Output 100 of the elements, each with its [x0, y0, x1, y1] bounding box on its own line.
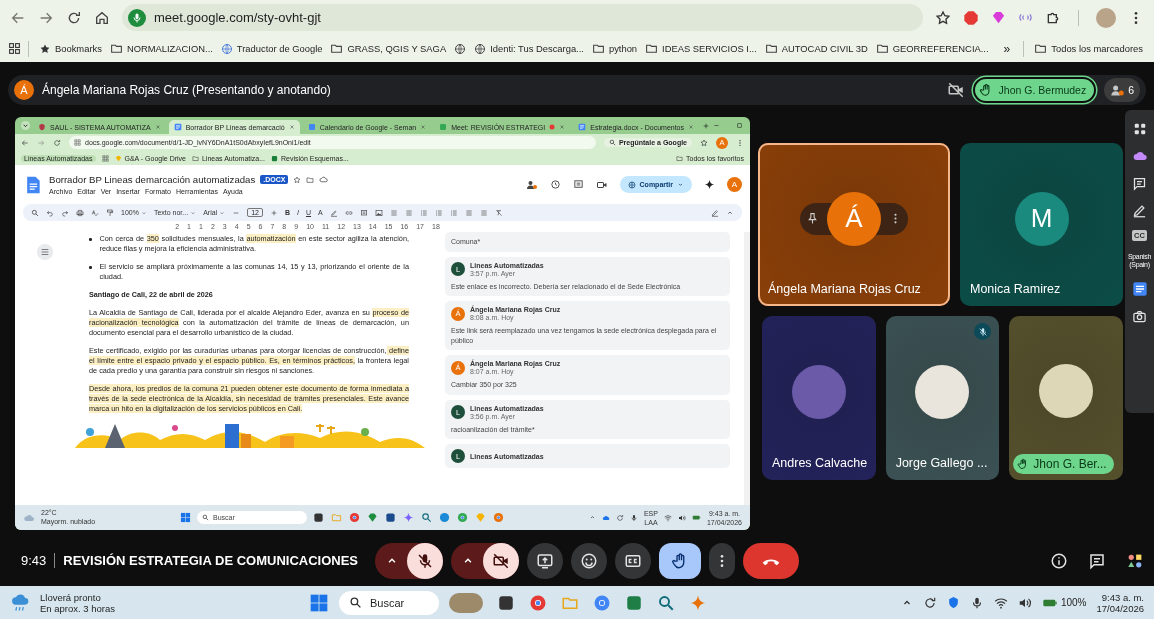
- camera-button[interactable]: [483, 542, 519, 579]
- move-icon[interactable]: [306, 175, 315, 184]
- docs-icon[interactable]: [1131, 281, 1148, 297]
- edge-icon[interactable]: [439, 512, 450, 523]
- participant-tile[interactable]: Jorge Gallego ...: [885, 316, 1000, 480]
- clock-text[interactable]: 9:43 a. m.: [1101, 591, 1144, 603]
- raise-hand-button[interactable]: [659, 542, 701, 579]
- emoji-button[interactable]: [571, 542, 607, 579]
- people-icon[interactable]: [525, 178, 538, 191]
- new-tab-icon[interactable]: [702, 121, 710, 130]
- stop-presenting-icon[interactable]: [946, 81, 965, 99]
- participant-tile[interactable]: Á Ángela Mariana Rojas Cruz: [758, 143, 950, 306]
- bookmark-item[interactable]: IDEAS SERVICIOS I...: [642, 40, 760, 57]
- bookmark-item[interactable]: GEORREFERENCIA...: [872, 40, 992, 57]
- diamond-icon[interactable]: [991, 10, 1006, 25]
- volume-icon[interactable]: [677, 513, 686, 522]
- maps-icon[interactable]: [421, 512, 432, 523]
- chrome-icon[interactable]: [349, 512, 360, 523]
- leave-call-button[interactable]: [743, 542, 799, 579]
- file-icon[interactable]: [496, 593, 515, 612]
- file-icon[interactable]: [313, 512, 324, 523]
- undo-icon[interactable]: [46, 208, 54, 217]
- weather-icon[interactable]: [10, 592, 30, 613]
- battery-indicator[interactable]: 100%: [1041, 594, 1087, 611]
- chat-sparkle-icon[interactable]: [1132, 176, 1147, 191]
- address-bar[interactable]: meet.google.com/sty-ovht-gjt: [122, 4, 923, 31]
- close-icon[interactable]: [420, 124, 427, 130]
- microphone-icon[interactable]: [629, 513, 638, 522]
- raised-hand-chip[interactable]: Jhon G. Bermudez: [972, 77, 1097, 103]
- image-icon[interactable]: [374, 208, 383, 217]
- camera-icon[interactable]: [1132, 309, 1147, 324]
- close-icon[interactable]: [154, 124, 161, 130]
- maps-icon[interactable]: [656, 593, 675, 612]
- present-button[interactable]: [527, 542, 563, 579]
- microphone-button[interactable]: [407, 542, 443, 579]
- more-bookmarks-button[interactable]: »: [997, 41, 1017, 56]
- copilot-icon[interactable]: [403, 512, 414, 523]
- star-icon[interactable]: [293, 175, 302, 184]
- link-icon[interactable]: [344, 208, 353, 217]
- apps-icon[interactable]: [1132, 122, 1147, 136]
- sync-icon[interactable]: [922, 595, 937, 610]
- comment-icon[interactable]: [572, 179, 584, 190]
- bookmark-item[interactable]: GRASS, QGIS Y SAGA: [327, 40, 450, 57]
- start-icon[interactable]: [180, 512, 191, 523]
- participant-tile[interactable]: Andres Calvache: [762, 316, 876, 480]
- photo-placeholder[interactable]: [448, 592, 483, 613]
- bookmark-star-icon[interactable]: [935, 9, 951, 26]
- chrome-icon[interactable]: [493, 512, 504, 523]
- maximize-icon[interactable]: [736, 122, 743, 129]
- forecast-text[interactable]: En aprox. 3 horas: [40, 602, 115, 614]
- search-icon[interactable]: [31, 208, 39, 217]
- back-icon[interactable]: [21, 138, 29, 147]
- clear-formatting-icon[interactable]: [494, 208, 503, 217]
- start-icon[interactable]: [308, 592, 329, 613]
- increase-size-icon[interactable]: [269, 208, 278, 217]
- print-icon[interactable]: [76, 208, 84, 217]
- info-icon[interactable]: [1050, 551, 1068, 570]
- bookmark-item[interactable]: Bookmarks: [36, 40, 105, 57]
- chrome-icon[interactable]: [457, 512, 468, 523]
- tab-search-icon[interactable]: [21, 121, 30, 130]
- star-icon[interactable]: [700, 138, 708, 147]
- highlighter-icon[interactable]: [1132, 203, 1147, 218]
- outline-icon[interactable]: [37, 244, 53, 260]
- edit-mode-icon[interactable]: [711, 208, 719, 217]
- search-field[interactable]: Buscar: [338, 590, 439, 615]
- apps-icon[interactable]: [8, 42, 21, 55]
- captions-button[interactable]: [615, 542, 651, 579]
- bluetooth-icon[interactable]: [946, 596, 960, 609]
- all-bookmarks-button[interactable]: Todos los marcadores: [1031, 40, 1146, 57]
- store-icon[interactable]: [385, 512, 396, 523]
- document-title[interactable]: Borrador BP Lineas demarcación automatizadas: [49, 174, 256, 185]
- more-options-button[interactable]: [709, 542, 735, 579]
- pin-icon[interactable]: [806, 212, 819, 225]
- weather-text[interactable]: Lloverá pronto: [40, 591, 115, 603]
- cloud-icon[interactable]: [601, 513, 610, 522]
- reload-icon[interactable]: [66, 9, 82, 26]
- home-icon[interactable]: [94, 9, 110, 26]
- drive-icon[interactable]: [367, 512, 378, 523]
- bookmark-item[interactable]: NORMALIZACION...: [106, 40, 216, 57]
- spellcheck-icon[interactable]: [91, 208, 99, 217]
- bookmark-item[interactable]: python: [588, 40, 641, 57]
- close-icon[interactable]: [559, 124, 566, 130]
- chrome-icon[interactable]: [528, 593, 547, 612]
- chat-icon[interactable]: [1088, 551, 1106, 570]
- profile-avatar[interactable]: [1096, 7, 1116, 28]
- bookmark-item[interactable]: Identi: Tus Descarga...: [471, 40, 587, 57]
- participants-button[interactable]: 6: [1104, 78, 1140, 102]
- bookmark-item[interactable]: Traductor de Google: [217, 40, 326, 57]
- wifi-icon[interactable]: [993, 595, 1008, 610]
- participant-tile[interactable]: Jhon G. Ber...: [1009, 316, 1123, 480]
- octagon-icon[interactable]: [963, 9, 979, 26]
- close-icon[interactable]: [288, 124, 295, 130]
- highlight-icon[interactable]: [329, 208, 338, 217]
- redo-icon[interactable]: [61, 208, 69, 217]
- minimize-icon[interactable]: [713, 122, 720, 129]
- battery-icon[interactable]: [691, 513, 701, 522]
- sparkle-icon[interactable]: [704, 179, 715, 190]
- chrome-icon[interactable]: [592, 593, 611, 612]
- date-text[interactable]: 17/04/2026: [1096, 602, 1144, 614]
- add-comment-icon[interactable]: [359, 208, 368, 217]
